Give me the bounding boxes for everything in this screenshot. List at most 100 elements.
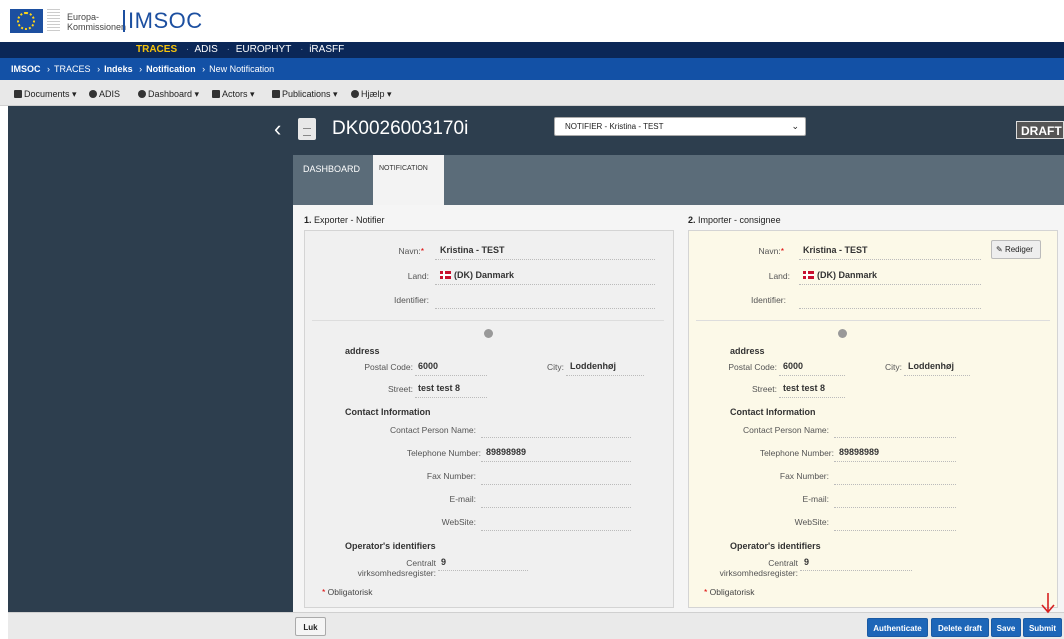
app-traces[interactable]: TRACES [136,44,177,55]
expand-toggle-icon[interactable] [484,329,493,338]
exporter-postal-code: 6000 [418,361,439,371]
exporter-street: test test 8 [418,383,461,393]
exporter-country-label: Land: [407,271,429,281]
imsoc-logo: IMSOC [128,8,203,33]
importer-street-label: Street: [751,384,777,394]
importer-website-label: WebSite: [794,517,829,527]
menu-documents[interactable]: Documents ▾ [14,89,77,100]
back-chevron-icon[interactable]: ‹ [274,118,281,140]
exporter-cvr-label: Centralt virksomhedsregister: [357,558,436,578]
exporter-email-label: E-mail: [449,494,476,504]
main-menu: Documents ▾ ADIS Dashboard ▾ Actors ▾ Pu… [0,80,1064,106]
exporter-address-heading: address [345,346,380,356]
left-sidebar [8,106,293,612]
edit-button[interactable]: ✎ Rediger [991,240,1041,259]
importer-country: (DK) Danmark [803,270,877,280]
id-card-icon [212,90,220,98]
importer-panel [688,230,1058,608]
importer-contact-heading: Contact Information [730,407,816,417]
exporter-identifier-label: Identifier: [394,295,429,305]
document-icon [14,90,22,98]
info-icon [138,90,146,98]
denmark-flag-icon [803,271,814,279]
importer-postal-code-label: Postal Code: [728,362,777,372]
exporter-contact-heading: Contact Information [345,407,431,417]
importer-telephone-label: Telephone Number: [759,448,834,458]
importer-postal-code: 6000 [783,361,804,371]
chevron-down-icon: ⌄ [791,121,799,131]
menu-help[interactable]: Hjælp ▾ [351,89,392,100]
importer-telephone: 89898989 [839,447,880,457]
exporter-section-title: 1. Exporter - Notifier [304,215,385,225]
exporter-city-label: City: [547,362,564,372]
authenticate-button[interactable]: Authenticate [867,618,928,637]
importer-country-label: Land: [768,271,790,281]
certificate-id: DK0026003170i [332,118,469,139]
importer-city: Loddenhøj [908,361,954,371]
exporter-street-label: Street: [387,384,413,394]
submit-button[interactable]: Submit [1023,618,1062,637]
importer-cvr-label: Centralt virksomhedsregister: [719,558,798,578]
importer-fax-label: Fax Number: [779,471,829,481]
site-header: Europa- Kommissionen IMSOC [0,0,1064,42]
menu-actors[interactable]: Actors ▾ [212,89,255,100]
importer-required-note: * Obligatorisk [704,587,755,597]
role-select[interactable]: NOTIFIER - Kristina - TEST ⌄ [554,117,806,136]
red-arrow-annotation-icon [1041,593,1055,614]
tab-dashboard[interactable]: DASHBOARD [303,155,360,205]
app-irasff[interactable]: iRASFF [309,44,344,55]
status-badge: DRAFT [1016,121,1064,139]
breadcrumb-index[interactable]: Indeks [104,64,133,74]
importer-cvr: 9 [804,557,810,567]
save-button[interactable]: Save [991,618,1021,637]
exporter-fax-label: Fax Number: [426,471,476,481]
app-adis[interactable]: ADIS [194,44,217,55]
importer-address-heading: address [730,346,765,356]
breadcrumb-traces[interactable]: TRACES [54,64,91,74]
importer-identifier-label: Identifier: [751,295,786,305]
exporter-panel [304,230,674,608]
question-icon [351,90,359,98]
exporter-country: (DK) Danmark [440,270,514,280]
exporter-operator-heading: Operator's identifiers [345,541,436,551]
importer-city-label: City: [885,362,902,372]
breadcrumb-current: New Notification [209,64,275,74]
tab-notification[interactable]: NOTIFICATION [373,155,444,205]
exporter-postal-code-label: Postal Code: [364,362,413,372]
edit-icon: ✎ [996,245,1003,254]
breadcrumb: IMSOC › TRACES › Indeks › Notification › New… [0,58,1064,80]
denmark-flag-icon [440,271,451,279]
book-icon [272,90,280,98]
app-europhyt[interactable]: EUROPHYT [236,44,292,55]
importer-operator-heading: Operator's identifiers [730,541,821,551]
certificate-doc-icon [298,118,316,140]
menu-adis[interactable]: ADIS [89,89,120,99]
exporter-city: Loddenhøj [570,361,616,371]
exporter-required-note: * Obligatorisk [322,587,373,597]
commission-name: Europa- Kommissionen [67,12,127,32]
exporter-name-label: Navn:* [398,246,424,256]
importer-contact-person-label: Contact Person Name: [743,425,829,435]
exporter-telephone: 89898989 [486,447,527,457]
apps-bar: TRACES · ADIS · EUROPHYT · iRASFF [0,42,1064,58]
close-button[interactable]: Luk [295,617,326,636]
importer-name-label: Navn:* [758,246,784,256]
breadcrumb-notification[interactable]: Notification [146,64,196,74]
exporter-contact-person-label: Contact Person Name: [390,425,476,435]
eu-flag-logo [10,9,43,33]
delete-draft-button[interactable]: Delete draft [931,618,989,637]
exporter-cvr: 9 [441,557,447,567]
exporter-telephone-label: Telephone Number: [406,448,481,458]
logo-divider [47,9,60,33]
breadcrumb-imsoc[interactable]: IMSOC [11,64,41,74]
exporter-website-label: WebSite: [441,517,476,527]
menu-publications[interactable]: Publications ▾ [272,89,338,100]
importer-name: Kristina - TEST [803,245,868,255]
expand-toggle-icon[interactable] [838,329,847,338]
exporter-name: Kristina - TEST [440,245,505,255]
importer-email-label: E-mail: [802,494,829,504]
bell-icon [89,90,97,98]
menu-dashboard[interactable]: Dashboard ▾ [138,89,199,100]
importer-section-title: 2. Importer - consignee [688,215,781,225]
importer-street: test test 8 [783,383,826,393]
